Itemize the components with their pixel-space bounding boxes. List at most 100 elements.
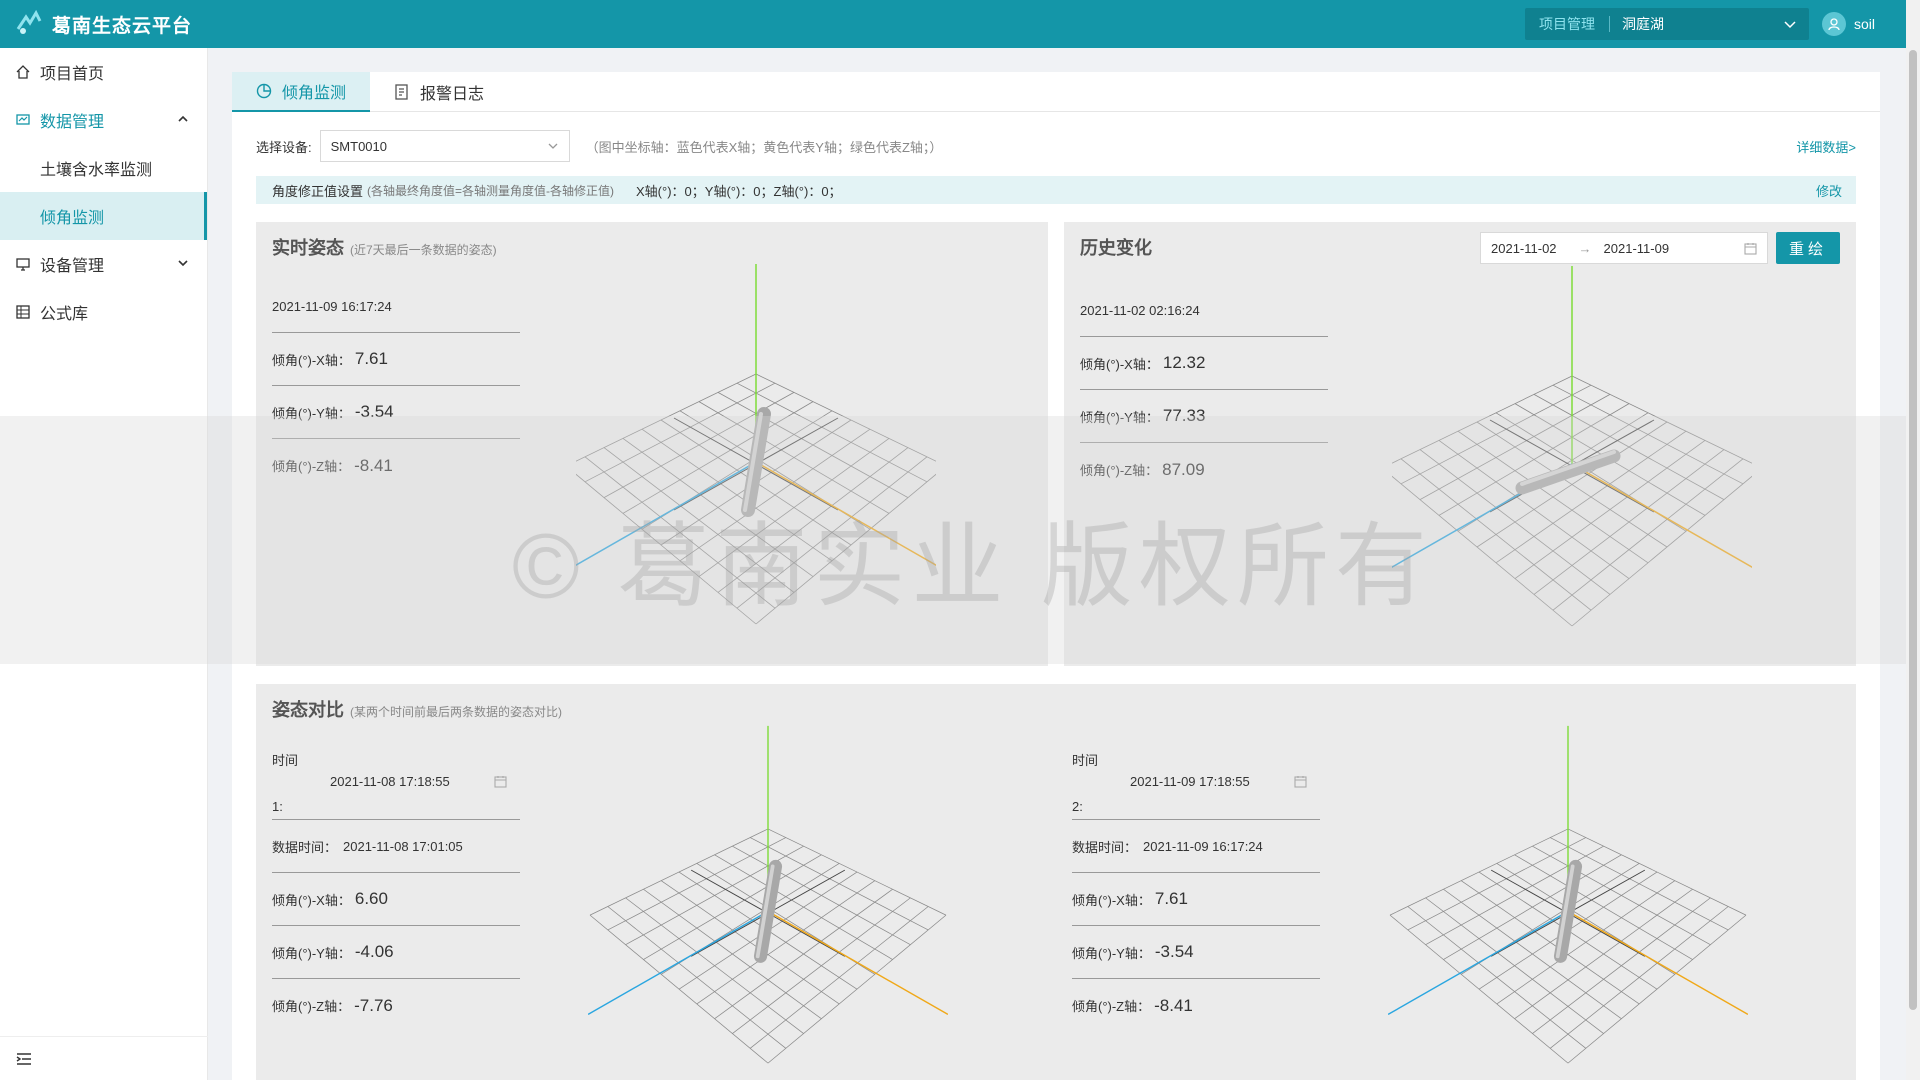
grid-line <box>1514 888 1693 1020</box>
sidebar-collapse-button[interactable] <box>0 1036 208 1080</box>
sensor-cylinder <box>753 859 783 963</box>
history-y-value: 77.33 <box>1162 406 1206 425</box>
app-title: 葛南生态云平台 <box>52 15 193 37</box>
user-menu[interactable]: soil <box>1822 12 1875 36</box>
sidebar-item-home[interactable]: 项目首页 <box>0 48 207 96</box>
grid-line <box>1496 880 1676 1005</box>
grid-line <box>679 428 871 562</box>
logo-icon <box>16 9 42 34</box>
tab-tilt-monitor[interactable]: 倾角监测 <box>232 72 371 112</box>
arrow-right-icon: → <box>1578 240 1592 256</box>
history-3d-plot[interactable] <box>1392 264 1752 644</box>
pie-icon <box>256 83 272 99</box>
device-select[interactable]: SMT0010 <box>319 130 570 162</box>
chart-icon <box>16 113 30 127</box>
compare-left-time-label: 时间 <box>272 752 299 768</box>
sidebar-item-label: 设备管理 <box>40 258 105 275</box>
detail-data-link[interactable]: 详细数据> <box>1796 137 1856 156</box>
grid-line <box>643 888 822 1020</box>
compare-right-picker[interactable]: 2021-11-09 17:18:55 <box>1072 768 1320 794</box>
compare-left-z-row: 倾角(°)-Z轴： -7.76 <box>272 995 393 1015</box>
project-selector[interactable]: 项目管理 洞庭湖 <box>1525 8 1809 40</box>
x-axis <box>576 461 757 566</box>
compare-right-info: 时间 2021-11-09 17:18:55 2: 数据时间： 2021-11-0… <box>1072 750 1320 1032</box>
sidebar-item-data-management[interactable]: 数据管理 <box>0 96 207 144</box>
monitor-icon <box>16 257 30 271</box>
scrollbar-thumb[interactable] <box>1909 50 1917 1010</box>
compare-right-z-row: 倾角(°)-Z轴： -8.41 <box>1072 995 1193 1015</box>
grid-line <box>714 888 893 1020</box>
history-x-value: 12.32 <box>1162 353 1206 372</box>
realtime-x-value: 7.61 <box>354 349 388 368</box>
compare-left-x-row: 倾角(°)-X轴： 6.60 <box>272 873 520 926</box>
sidebar-item-label: 倾角监测 <box>40 210 105 227</box>
history-card: 历史变化 2021-11-02 → 2021-11-09 重绘 2021-11-… <box>1064 222 1856 666</box>
y-axis <box>1571 463 1752 568</box>
compare-left-3d-plot[interactable] <box>588 724 948 1080</box>
sidebar-item-tilt-monitor[interactable]: 倾角监测 <box>0 192 207 240</box>
correction-bar: 角度修正值设置 (各轴最终角度值=各轴测量角度值-各轴修正值) X轴(°)：0；… <box>256 176 1856 204</box>
compare-right-picker-value: 2021-11-09 17:18:55 <box>1130 773 1250 789</box>
app-logo[interactable]: 葛南生态云平台 <box>14 9 192 39</box>
grid-line <box>1389 914 1569 1064</box>
page-scrollbar[interactable] <box>1906 0 1920 1080</box>
redraw-button[interactable]: 重绘 <box>1776 232 1840 264</box>
grid-line <box>1443 888 1622 1020</box>
menu-fold-icon <box>16 1052 31 1065</box>
sensor-cylinder <box>1553 859 1583 963</box>
correction-edit-link[interactable]: 修改 <box>1816 181 1842 200</box>
history-x-row: 倾角(°)-X轴： 12.32 <box>1080 337 1328 390</box>
grid-line <box>622 438 814 577</box>
history-end-date[interactable]: 2021-11-09 <box>1604 241 1670 256</box>
chevron-down-icon <box>548 143 558 149</box>
user-avatar-icon <box>1822 12 1846 36</box>
compare-right-index: 2: <box>1072 794 1320 820</box>
y-axis <box>767 910 948 1016</box>
compare-left-data-time-row: 数据时间： 2021-11-08 17:01:05 <box>272 820 520 873</box>
sidebar-item-formula-library[interactable]: 公式库 <box>0 288 207 336</box>
grid-line <box>641 428 833 562</box>
compare-right-time-label: 时间 <box>1072 752 1099 768</box>
device-label: 选择设备: <box>256 139 312 155</box>
history-z-row: 倾角(°)-Z轴： 87.09 <box>1080 459 1205 479</box>
sidebar-item-soil-moisture[interactable]: 土壤含水率监测 <box>0 144 207 192</box>
compare-right-z-value: -8.41 <box>1154 995 1193 1015</box>
compare-left-data-time: 2021-11-08 17:01:05 <box>343 838 463 854</box>
tab-label: 倾角监测 <box>282 85 347 102</box>
grid-line <box>698 438 890 577</box>
correction-values: X轴(°)：0；Y轴(°)：0；Z轴(°)：0； <box>636 183 842 199</box>
compare-left-y-value: -4.06 <box>354 942 394 961</box>
history-date-range[interactable]: 2021-11-02 → 2021-11-09 <box>1480 232 1768 264</box>
grid-line <box>696 880 876 1005</box>
compare-left-picker[interactable]: 2021-11-08 17:18:55 <box>272 768 520 794</box>
realtime-y-row: 倾角(°)-Y轴： -3.54 <box>272 386 520 439</box>
chevron-down-icon <box>1784 21 1796 29</box>
sidebar-item-label: 公式库 <box>40 306 89 323</box>
compare-left-z-value: -7.76 <box>354 995 393 1015</box>
compare-right-y-value: -3.54 <box>1154 942 1194 961</box>
chevron-down-icon <box>178 260 188 267</box>
grid-line <box>755 373 936 462</box>
y-axis <box>1567 910 1748 1016</box>
history-start-date[interactable]: 2021-11-02 <box>1491 241 1557 256</box>
project-label: 项目管理 <box>1525 16 1610 32</box>
top-header: 葛南生态云平台 项目管理 洞庭湖 soil <box>0 0 1920 48</box>
tab-bar: 倾角监测 报警日志 <box>232 72 1880 112</box>
user-name: soil <box>1854 16 1876 32</box>
compare-right-3d-plot[interactable] <box>1388 724 1748 1080</box>
tab-label: 报警日志 <box>420 86 485 103</box>
project-value: 洞庭湖 <box>1622 16 1664 32</box>
y-axis <box>755 461 936 566</box>
realtime-3d-plot[interactable] <box>576 262 936 642</box>
main-content: 倾角监测 报警日志 选择设备: SMT0010 （图中坐标轴：蓝色代表X轴；黄色… <box>232 72 1880 1080</box>
compare-subtitle: (某两个时间前最后两条数据的姿态对比) <box>350 705 562 719</box>
x-axis <box>588 910 769 1016</box>
realtime-z-row: 倾角(°)-Z轴： -8.41 <box>272 455 393 475</box>
grid-line <box>1457 430 1649 564</box>
tab-alarm-log[interactable]: 报警日志 <box>370 72 508 112</box>
compare-left-picker-value: 2021-11-08 17:18:55 <box>330 773 450 789</box>
sidebar: 项目首页 数据管理 土壤含水率监测 倾角监测 设备管理 公式库 <box>0 48 208 1080</box>
home-icon <box>16 65 30 79</box>
sidebar-item-device-management[interactable]: 设备管理 <box>0 240 207 288</box>
history-title: 历史变化 <box>1080 238 1152 258</box>
